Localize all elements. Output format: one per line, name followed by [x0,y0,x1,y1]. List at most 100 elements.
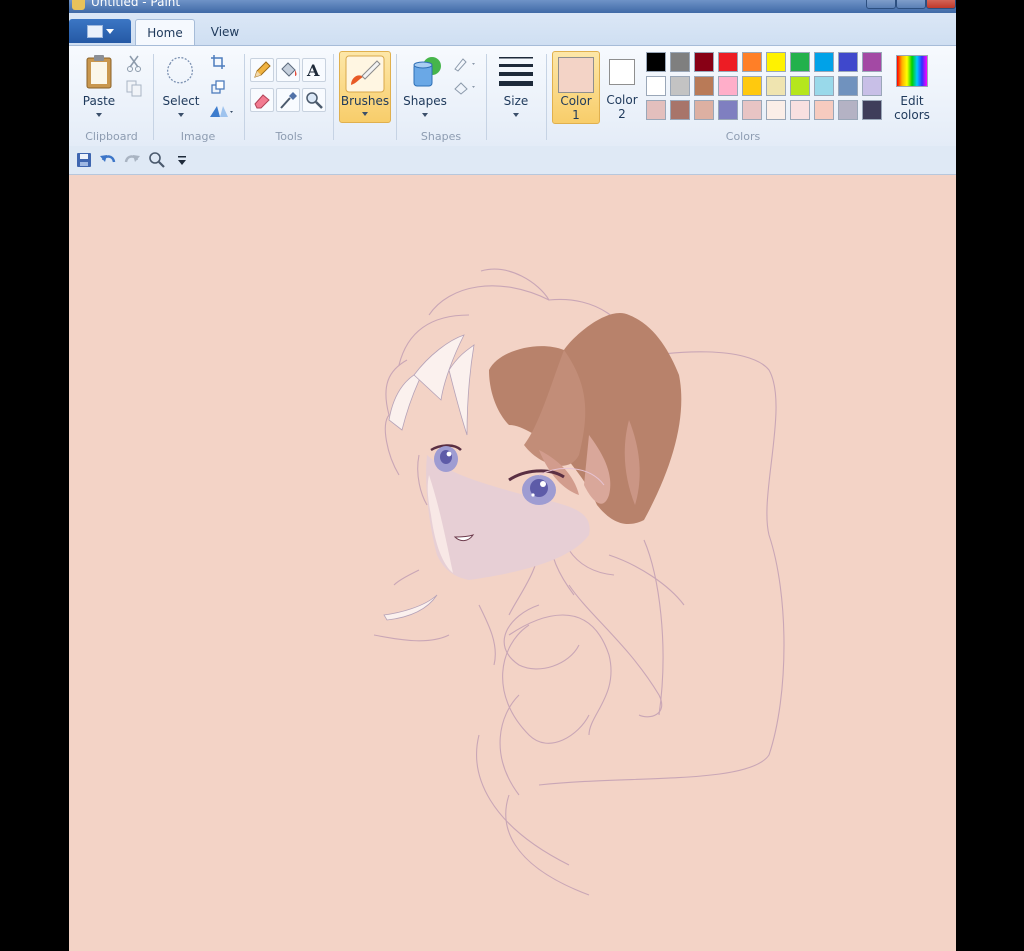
palette-swatch[interactable] [718,100,738,120]
text-tool[interactable]: A [302,58,326,82]
paint-menu-button[interactable] [69,19,131,43]
palette-swatch[interactable] [694,52,714,72]
redo-icon[interactable] [123,152,141,168]
color2-button[interactable]: Color 2 [602,51,642,122]
magnifier-tool[interactable] [302,88,326,112]
paint-window: Untitled - Paint Home View Paste Clipboa… [69,0,956,951]
edit-colors-label-line1: Edit [900,94,924,108]
palette-swatch[interactable] [742,52,762,72]
outline-icon[interactable] [452,56,480,72]
group-divider [153,54,154,140]
tools-group-label: Tools [275,130,303,143]
lasso-select-icon [166,57,193,84]
palette-swatch[interactable] [790,76,810,96]
magnifier-icon [306,92,323,109]
color1-label: Color [560,94,592,108]
drawing-canvas[interactable] [69,175,956,951]
palette-swatch[interactable] [790,100,810,120]
group-divider [396,54,397,140]
rainbow-icon [896,55,928,87]
palette-swatch[interactable] [718,52,738,72]
qat-dropdown-icon[interactable] [177,155,187,167]
text-icon: A [306,61,320,80]
palette-swatch[interactable] [742,100,762,120]
palette-swatch[interactable] [766,52,786,72]
minimize-button[interactable] [866,0,896,9]
close-button[interactable] [926,0,956,9]
size-button[interactable]: Size [494,52,538,118]
palette-swatch[interactable] [862,100,882,120]
shapes-label: Shapes [403,94,447,108]
group-divider [333,54,334,140]
color1-button[interactable]: Color 1 [552,51,600,124]
palette-swatch[interactable] [838,76,858,96]
eraser-tool[interactable] [250,88,274,112]
tab-home[interactable]: Home [135,19,195,45]
tab-view[interactable]: View [203,19,247,44]
ribbon-tab-bar: Home View [69,13,956,45]
save-icon[interactable] [76,152,92,168]
group-divider [486,54,487,140]
rotate-icon[interactable] [208,103,234,121]
color2-label: Color [606,93,638,107]
scissors-icon[interactable] [126,54,142,72]
svg-text:A: A [306,61,320,80]
color1-number: 1 [572,108,580,122]
palette-swatch[interactable] [670,52,690,72]
shape-fill-icon[interactable] [452,79,480,95]
copy-icon[interactable] [125,79,143,97]
palette-swatch[interactable] [742,76,762,96]
eraser-icon [254,94,270,109]
palette-swatch[interactable] [862,52,882,72]
paste-button[interactable]: Paste [79,52,119,117]
palette-swatch[interactable] [646,100,666,120]
palette-swatch[interactable] [670,76,690,96]
document-icon [87,25,103,38]
palette-swatch[interactable] [814,100,834,120]
size-label: Size [503,94,529,108]
chevron-down-icon [96,113,102,117]
pencil-tool[interactable] [250,58,274,82]
color-palette [646,52,890,124]
paste-label: Paste [82,94,116,108]
resize-icon[interactable] [210,79,226,95]
palette-swatch[interactable] [838,100,858,120]
fill-bucket-icon [281,62,297,77]
color2-swatch [609,59,635,85]
palette-swatch[interactable] [718,76,738,96]
palette-swatch[interactable] [766,76,786,96]
edit-colors-button[interactable]: Edit colors [891,52,933,122]
color2-number: 2 [618,107,626,121]
color1-swatch [558,57,594,93]
sketch-drawing [373,268,785,896]
select-button[interactable]: Select [161,52,201,117]
brushes-button[interactable]: Brushes [339,51,391,123]
clipboard-icon [86,55,112,89]
edit-colors-label-line2: colors [894,108,930,122]
chevron-down-icon [106,29,114,34]
color-picker-icon [280,92,297,109]
zoom-icon[interactable] [148,151,166,169]
undo-icon[interactable] [99,152,117,168]
palette-swatch[interactable] [790,52,810,72]
ribbon: Paste Clipboard Select Image A Tools Bru… [69,45,956,147]
palette-swatch[interactable] [694,76,714,96]
color-picker-tool[interactable] [276,88,300,112]
palette-swatch[interactable] [838,52,858,72]
fill-tool[interactable] [276,58,300,82]
palette-swatch[interactable] [646,52,666,72]
line-size-icon [499,57,533,86]
palette-swatch[interactable] [694,100,714,120]
shapes-icon [413,57,441,87]
palette-swatch[interactable] [670,100,690,120]
palette-swatch[interactable] [814,52,834,72]
shapes-button[interactable]: Shapes [402,52,448,118]
palette-swatch[interactable] [646,76,666,96]
maximize-button[interactable] [896,0,926,9]
palette-swatch[interactable] [766,100,786,120]
shapes-group-label: Shapes [420,130,462,143]
palette-swatch[interactable] [862,76,882,96]
crop-icon[interactable] [210,54,226,70]
colors-group-label: Colors [725,130,761,143]
palette-swatch[interactable] [814,76,834,96]
